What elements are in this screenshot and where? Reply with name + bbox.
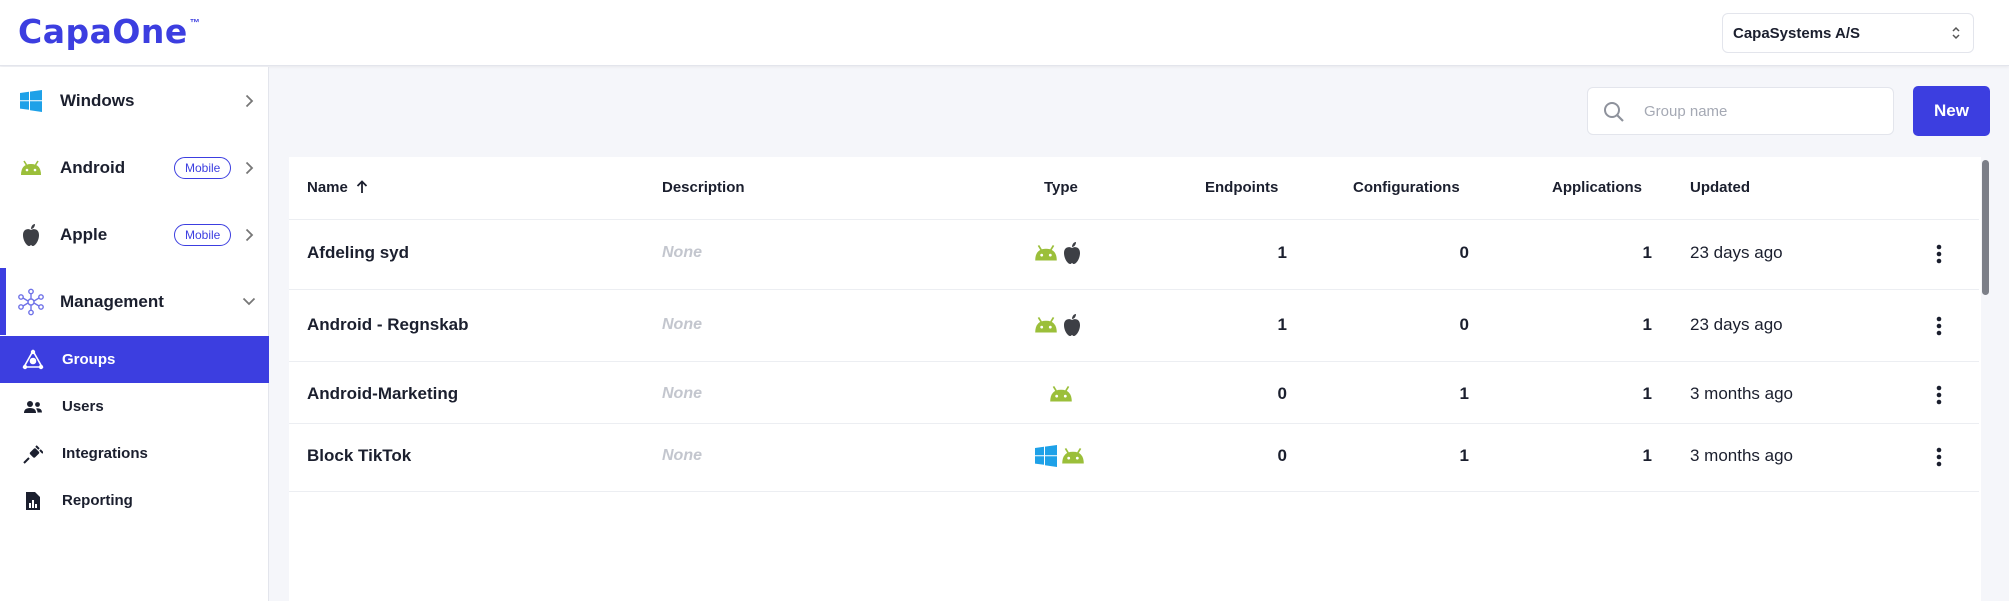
group-name[interactable]: Block TikTok (307, 444, 411, 468)
column-header-label: Updated (1690, 178, 1750, 196)
top-bar: CapaOne ™ CapaSystems A/S (0, 0, 2009, 66)
sidebar-item-management[interactable]: Management (0, 268, 269, 335)
network-icon (17, 288, 45, 316)
sidebar-item-android[interactable]: Android Mobile (0, 134, 269, 201)
android-icon (17, 154, 45, 182)
more-options-icon[interactable] (1934, 314, 1944, 338)
updated-time: 23 days ago (1690, 243, 1783, 262)
chevron-down-icon (242, 295, 256, 309)
chevron-right-icon (242, 94, 256, 108)
android-icon (1062, 448, 1084, 464)
apple-icon (1064, 242, 1080, 264)
group-name[interactable]: Android - Regnskab (307, 313, 469, 337)
applications-count: 1 (1642, 315, 1652, 334)
plug-icon (22, 443, 44, 465)
mobile-badge: Mobile (174, 156, 232, 179)
group-name[interactable]: Android-Marketing (307, 382, 458, 406)
sidebar-item-label: Reporting (62, 492, 133, 509)
sidebar-item-users[interactable]: Users (0, 383, 269, 430)
column-header-label: Type (1044, 178, 1078, 196)
column-header-label: Name (307, 178, 348, 196)
configurations-count: 1 (1459, 446, 1469, 465)
search-input[interactable] (1644, 88, 1884, 134)
company-select[interactable]: CapaSystems A/S (1722, 13, 1974, 53)
group-description: None (662, 316, 702, 333)
windows-icon (1035, 445, 1057, 467)
sidebar-item-windows[interactable]: Windows (0, 67, 269, 134)
windows-icon (17, 87, 45, 115)
chevron-updown-icon (1949, 23, 1963, 43)
sidebar-item-groups[interactable]: Groups (0, 336, 269, 383)
more-options-icon[interactable] (1934, 242, 1944, 266)
column-header-endpoints[interactable]: Endpoints (1205, 177, 1278, 197)
logo-text: CapaOne (18, 12, 188, 51)
scrollbar-thumb[interactable] (1982, 160, 1989, 295)
report-icon (22, 490, 44, 512)
chevron-right-icon (242, 228, 256, 242)
logo-trademark: ™ (189, 18, 200, 29)
apple-icon (1064, 314, 1080, 336)
sort-ascending-icon (356, 180, 367, 193)
sidebar-item-label: Users (62, 398, 104, 415)
column-header-label: Description (662, 178, 745, 196)
column-header-label: Applications (1552, 178, 1643, 196)
sidebar-item-integrations[interactable]: Integrations (0, 430, 269, 477)
endpoints-count: 1 (1277, 243, 1287, 262)
endpoints-count: 0 (1277, 384, 1287, 403)
column-header-label: Endpoints (1205, 178, 1279, 196)
new-group-button[interactable]: New (1913, 86, 1990, 136)
sidebar-item-reporting[interactable]: Reporting (0, 477, 269, 524)
android-icon (1035, 317, 1057, 333)
sidebar-item-label: Android (60, 157, 126, 177)
column-header-configurations[interactable]: Configurations (1353, 177, 1460, 197)
column-header-description[interactable]: Description (662, 177, 745, 197)
column-header-applications[interactable]: Applications (1552, 177, 1642, 197)
sidebar: Windows Android Mobile Apple Mobile Mana… (0, 67, 269, 601)
android-icon (1050, 386, 1072, 402)
platform-icons (1032, 312, 1082, 338)
group-description: None (662, 244, 702, 261)
updated-time: 3 months ago (1690, 446, 1794, 465)
search-icon (1604, 102, 1624, 122)
platform-icons (1032, 240, 1082, 266)
updated-time: 23 days ago (1690, 315, 1783, 334)
sidebar-item-label: Windows (60, 90, 135, 110)
platform-icons (1047, 381, 1075, 407)
search-box[interactable] (1587, 87, 1894, 135)
android-icon (1035, 245, 1057, 261)
capaone-logo[interactable]: CapaOne ™ (18, 12, 200, 51)
endpoints-count: 0 (1277, 446, 1287, 465)
groups-icon (22, 348, 44, 371)
configurations-count: 0 (1459, 243, 1469, 262)
applications-count: 1 (1642, 243, 1652, 262)
apple-icon (17, 221, 45, 249)
group-name[interactable]: Afdeling syd (307, 241, 409, 265)
sidebar-item-label: Groups (62, 351, 116, 368)
sidebar-item-apple[interactable]: Apple Mobile (0, 201, 269, 268)
sidebar-item-label: Integrations (62, 445, 148, 462)
more-options-icon[interactable] (1934, 445, 1944, 469)
configurations-count: 1 (1459, 384, 1469, 403)
group-description: None (662, 385, 702, 402)
column-header-label: Configurations (1353, 178, 1460, 196)
column-header-name[interactable]: Name (307, 177, 368, 197)
endpoints-count: 1 (1277, 315, 1287, 334)
users-icon (22, 396, 44, 418)
company-name: CapaSystems A/S (1733, 24, 1861, 42)
updated-time: 3 months ago (1690, 384, 1794, 403)
sidebar-item-label: Apple (60, 224, 108, 244)
applications-count: 1 (1642, 384, 1652, 403)
configurations-count: 0 (1459, 315, 1469, 334)
group-description: None (662, 447, 702, 464)
column-header-type[interactable]: Type (1044, 177, 1078, 197)
more-options-icon[interactable] (1934, 383, 1944, 407)
column-header-updated[interactable]: Updated (1690, 177, 1750, 197)
chevron-right-icon (242, 161, 256, 175)
platform-icons (1035, 443, 1087, 469)
sidebar-item-label: Management (60, 291, 164, 311)
mobile-badge: Mobile (174, 223, 232, 246)
applications-count: 1 (1642, 446, 1652, 465)
